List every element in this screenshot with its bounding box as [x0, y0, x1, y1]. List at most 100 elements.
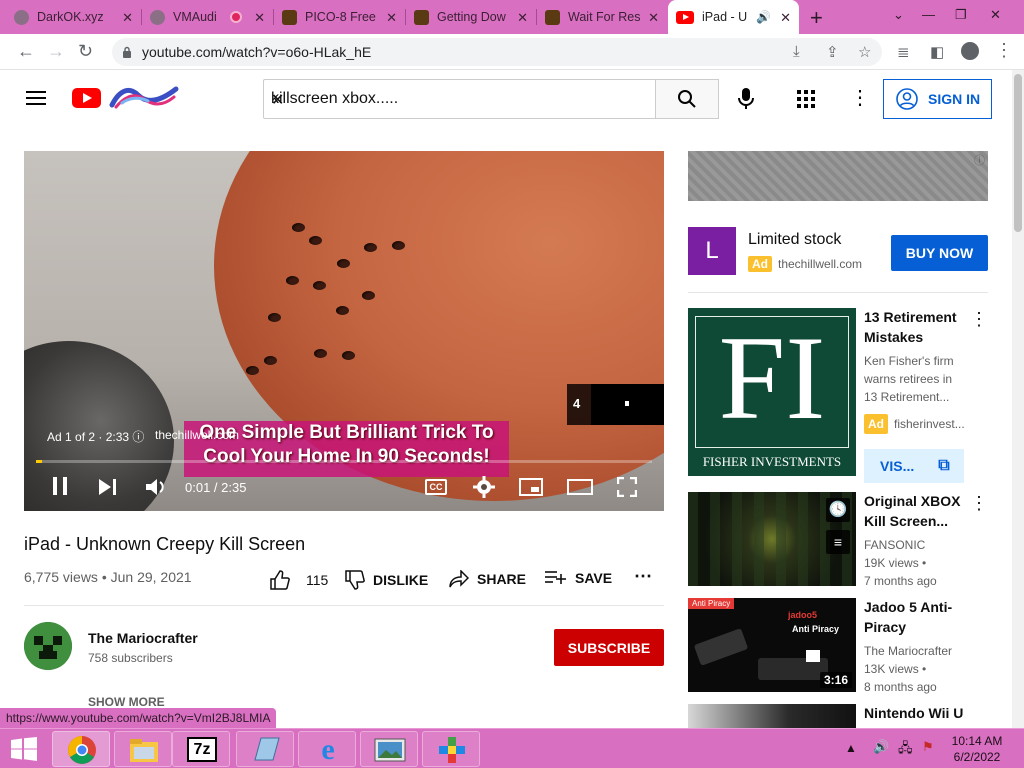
- windows-start-icon[interactable]: [10, 737, 38, 761]
- related-title[interactable]: Nintendo Wii U: [864, 703, 976, 723]
- divider: [688, 292, 988, 293]
- new-tab-button[interactable]: +: [810, 5, 823, 31]
- watch-later-icon[interactable]: 🕓: [826, 498, 850, 522]
- close-icon[interactable]: ✕: [122, 10, 133, 26]
- fisher-caption: FISHER INVESTMENTS: [702, 454, 842, 469]
- more-actions-icon[interactable]: ⋯: [634, 566, 652, 587]
- apps-grid-icon[interactable]: [797, 90, 815, 108]
- ad-site-link[interactable]: thechillwell.com: [155, 428, 239, 442]
- browser-menu-icon[interactable]: ⋮: [995, 40, 1013, 61]
- subscribe-button[interactable]: SUBSCRIBE: [554, 629, 664, 666]
- speaker-icon[interactable]: 🔊: [756, 10, 771, 24]
- related-title[interactable]: Original XBOX Kill Screen...: [864, 491, 976, 531]
- taskbar-7zip[interactable]: 7z: [172, 731, 230, 767]
- more-options-icon[interactable]: ⋮: [970, 493, 988, 514]
- taskbar-notepad[interactable]: [236, 731, 294, 767]
- youtube-doodle-logo[interactable]: [108, 83, 180, 111]
- related-title[interactable]: Jadoo 5 Anti-Piracy: [864, 597, 976, 637]
- tab-pico8[interactable]: PICO-8 Free ✕: [274, 0, 405, 34]
- microphone-icon[interactable]: [738, 88, 754, 110]
- tab-search-icon[interactable]: ⌄: [893, 7, 904, 23]
- profile-icon[interactable]: [961, 42, 979, 60]
- show-more-link[interactable]: SHOW MORE: [88, 695, 165, 709]
- info-icon[interactable]: ⓘ: [132, 430, 144, 444]
- channel-avatar[interactable]: [24, 622, 72, 670]
- ad-title[interactable]: Limited stock: [748, 231, 841, 249]
- sign-in-button[interactable]: SIGN IN: [883, 79, 992, 119]
- visit-site-button[interactable]: VIS... ⧉: [864, 449, 964, 483]
- fullscreen-icon[interactable]: [617, 477, 637, 497]
- address-bar[interactable]: youtube.com/watch?v=o6o-HLak_hE: [112, 38, 882, 66]
- tab-title: Wait For Res: [568, 10, 641, 24]
- channel-name[interactable]: The Mariocrafter: [88, 630, 198, 646]
- media-control-icon[interactable]: ≣: [897, 43, 910, 61]
- video-player[interactable]: One Simple But Brilliant Trick To Cool Y…: [24, 151, 664, 511]
- page-scrollbar[interactable]: [1012, 70, 1024, 728]
- youtube-logo[interactable]: [72, 88, 101, 108]
- progress-fill: [36, 460, 43, 463]
- tab-wait-for[interactable]: Wait For Res ✕: [537, 0, 667, 34]
- clear-search-icon[interactable]: ✕: [271, 90, 645, 110]
- taskbar-clock[interactable]: 10:14 AM 6/2/2022: [942, 733, 1012, 765]
- info-icon[interactable]: ⓘ: [974, 152, 985, 168]
- related-thumbnail[interactable]: Anti Piracy jadoo5 Anti Piracy 3:16: [688, 598, 856, 692]
- volume-icon[interactable]: [145, 477, 167, 497]
- save-button[interactable]: SAVE: [545, 570, 612, 586]
- restore-icon[interactable]: ❐: [955, 7, 967, 23]
- back-icon[interactable]: ←: [17, 41, 35, 62]
- close-icon[interactable]: ✕: [648, 10, 659, 26]
- dislike-button[interactable]: DISLIKE: [345, 570, 428, 590]
- tab-darkok[interactable]: DarkOK.xyz ✕: [6, 0, 141, 34]
- search-button[interactable]: [655, 79, 719, 119]
- share-icon[interactable]: ⇪: [826, 43, 839, 61]
- miniplayer-icon[interactable]: [519, 478, 543, 496]
- taskbar-chrome[interactable]: [52, 731, 110, 767]
- sidebar-ad-image[interactable]: [688, 151, 988, 201]
- bookmark-star-icon[interactable]: ☆: [858, 43, 871, 61]
- install-icon[interactable]: ⤓: [793, 43, 800, 60]
- progress-bar[interactable]: [36, 460, 652, 463]
- related-title[interactable]: 13 Retirement Mistakes: [864, 307, 976, 347]
- related-thumbnail[interactable]: [688, 704, 856, 728]
- side-panel-icon[interactable]: ◧: [930, 43, 944, 61]
- tab-vmaudi[interactable]: VMAudi ✕: [142, 0, 273, 34]
- tray-flag-icon[interactable]: ⚑: [922, 739, 934, 755]
- tab-getting-down[interactable]: Getting Dow ✕: [406, 0, 536, 34]
- related-thumbnail[interactable]: 🕓 ≡: [688, 492, 856, 586]
- share-button[interactable]: SHARE: [449, 570, 526, 588]
- taskbar-photos[interactable]: [360, 731, 418, 767]
- scrollbar-thumb[interactable]: [1014, 74, 1022, 232]
- close-icon[interactable]: ✕: [254, 10, 265, 26]
- close-icon[interactable]: ✕: [517, 10, 528, 26]
- pause-icon[interactable]: [51, 476, 69, 496]
- buy-now-button[interactable]: BUY NOW: [891, 235, 988, 271]
- tray-volume-icon[interactable]: 🔊: [873, 739, 889, 755]
- minimize-icon[interactable]: —: [922, 7, 935, 22]
- theater-mode-icon[interactable]: [567, 479, 593, 495]
- windows-taskbar: 7z e ▲ 🔊 🖧 ⚑: [0, 728, 1024, 768]
- hamburger-menu-icon[interactable]: [26, 91, 46, 105]
- add-to-queue-icon[interactable]: ≡: [826, 530, 850, 554]
- tray-expand-icon[interactable]: ▲: [845, 741, 857, 755]
- tab-youtube-active[interactable]: iPad - U 🔊 ✕: [668, 0, 799, 34]
- like-button[interactable]: 115: [270, 570, 328, 590]
- search-input[interactable]: killscreen xbox..... ✕: [263, 79, 656, 119]
- skip-ad-preview[interactable]: 4: [567, 384, 664, 425]
- settings-gear-icon[interactable]: [473, 476, 495, 498]
- window-close-icon[interactable]: ✕: [990, 7, 1001, 23]
- next-icon[interactable]: [98, 478, 118, 496]
- forward-icon[interactable]: →: [47, 41, 65, 62]
- captions-icon[interactable]: CC: [425, 479, 447, 495]
- close-icon[interactable]: ✕: [780, 10, 791, 26]
- taskbar-app[interactable]: [422, 731, 480, 767]
- taskbar-explorer[interactable]: [114, 731, 172, 767]
- close-icon[interactable]: ✕: [386, 10, 397, 26]
- taskbar-ie[interactable]: e: [298, 731, 356, 767]
- more-options-icon[interactable]: ⋮: [970, 309, 988, 330]
- tray-network-icon[interactable]: 🖧: [898, 739, 913, 761]
- reload-icon[interactable]: ↻: [78, 41, 93, 62]
- subscriber-count: 758 subscribers: [88, 651, 173, 665]
- fisher-logo-text: FI: [718, 311, 826, 444]
- external-link-icon: ⧉: [938, 457, 950, 474]
- settings-kebab-icon[interactable]: ⋮: [850, 88, 870, 108]
